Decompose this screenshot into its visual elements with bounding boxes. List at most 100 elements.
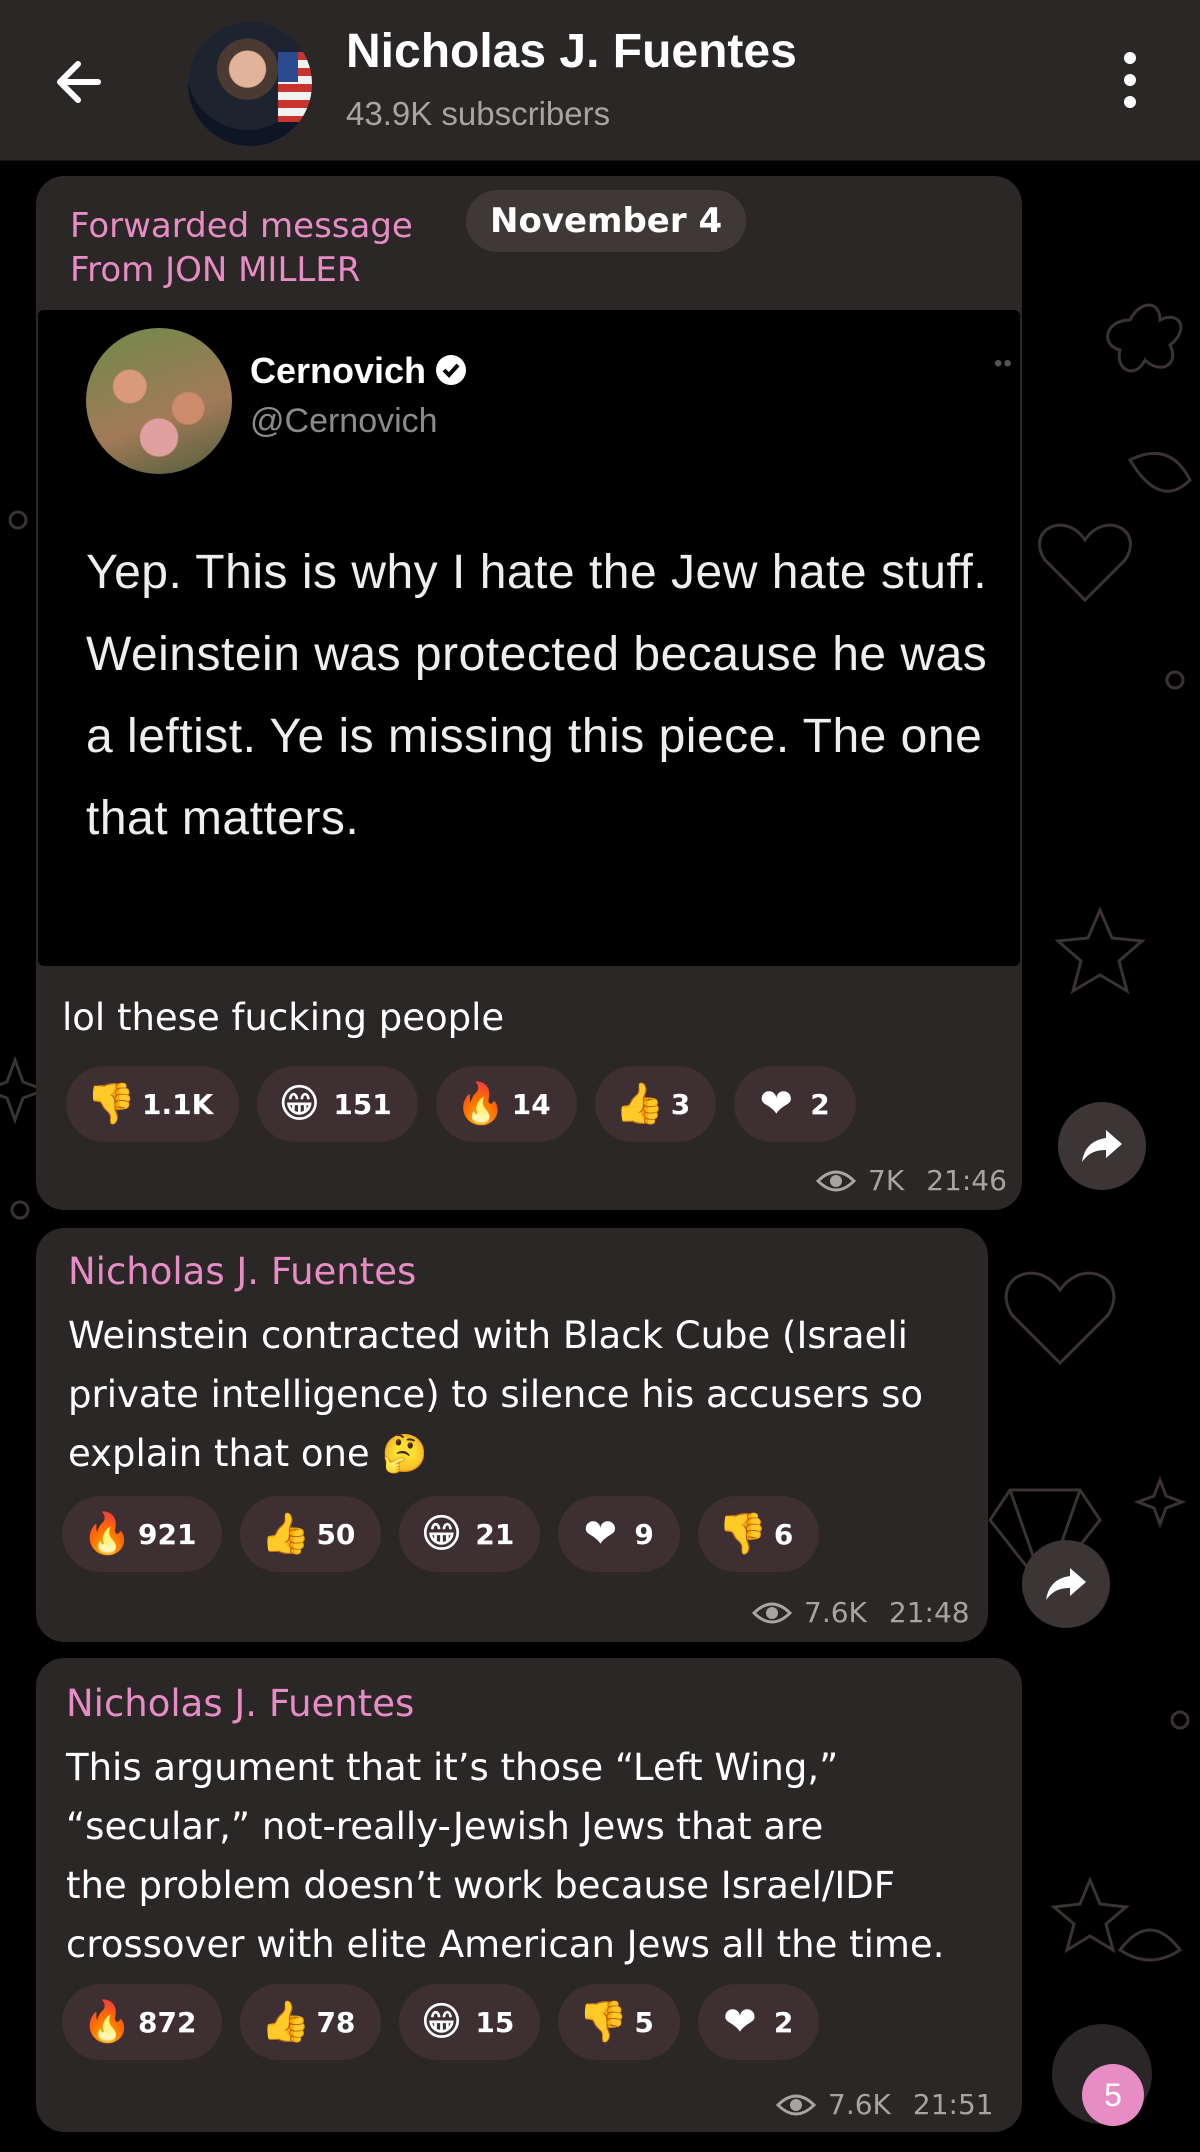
message-time: 21:46: [926, 1164, 1007, 1197]
forwarded-label: Forwarded message: [70, 206, 413, 246]
reaction-count: 2: [810, 1087, 830, 1121]
reaction-count: 21: [475, 1517, 515, 1551]
heart-doodle: [1004, 1271, 1116, 1366]
reaction-count: 6: [773, 1517, 794, 1551]
reaction-chip-thumbs-down[interactable]: 👎 5: [558, 1984, 680, 2060]
reaction-chip-heart[interactable]: ❤ 9: [558, 1496, 680, 1572]
reaction-chip-heart[interactable]: ❤ 2: [697, 1984, 820, 2060]
sparkle-doodle: [1133, 1475, 1187, 1529]
reaction-chip-grinning-face[interactable]: 😁 15: [399, 1984, 541, 2060]
thinking-face-emoji: 🤔: [381, 1432, 428, 1475]
sender-name[interactable]: Nicholas J. Fuentes: [68, 1250, 416, 1293]
thumbs-up-icon: 👍: [614, 1081, 665, 1127]
subscriber-count: 43.9K subscribers: [346, 95, 611, 132]
star-doodle: [1050, 1876, 1130, 1954]
verified-badge-icon: [436, 355, 467, 385]
message-time: 21:51: [912, 2088, 994, 2121]
channel-avatar[interactable]: [188, 22, 312, 146]
reaction-chip-fire[interactable]: 🔥 872: [62, 1984, 223, 2060]
flag-graphic: [278, 52, 312, 122]
star-doodle: [1054, 906, 1146, 995]
reaction-chip-thumbs-up[interactable]: 👍 78: [240, 1984, 382, 2060]
fire-icon: 🔥: [82, 1999, 132, 2045]
tweet-screenshot[interactable]: Cernovich @Cernovich •• Yep. This is why…: [38, 310, 1020, 966]
share-arrow-icon: [1046, 1568, 1086, 1600]
back-arrow-icon[interactable]: [50, 52, 110, 112]
tweet-more-icon: ••: [994, 350, 1013, 377]
message-caption: lol these fucking people: [62, 996, 505, 1039]
view-count: 7.6K: [804, 1596, 867, 1629]
tweet-avatar: [86, 328, 232, 474]
view-count: 7K: [868, 1164, 905, 1197]
channel-title[interactable]: Nicholas J. Fuentes: [346, 24, 797, 79]
reaction-count: 78: [316, 2005, 356, 2039]
thumbs-down-icon: 👎: [86, 1081, 136, 1127]
unread-count-badge[interactable]: 5: [1082, 2064, 1144, 2126]
share-arrow-icon: [1082, 1130, 1122, 1162]
tweet-handle: @Cernovich: [250, 402, 438, 440]
reaction-count: 3: [670, 1087, 691, 1121]
channel-header: Nicholas J. Fuentes 43.9K subscribers: [0, 0, 1200, 161]
reaction-bar: 👎 1.1K 😁 151 🔥 14 👍 3 ❤ 2: [66, 1066, 856, 1142]
views-eye-icon: [752, 1602, 792, 1623]
message-text: Weinstein contracted with Black Cube (Is…: [68, 1314, 924, 1475]
reaction-chip-thumbs-up[interactable]: 👍 50: [240, 1496, 382, 1572]
view-count: 7.6K: [828, 2088, 891, 2121]
grinning-face-icon: 😁: [420, 1511, 463, 1557]
thumbs-down-icon: 👎: [717, 1511, 768, 1557]
circle-doodle: [8, 510, 28, 530]
forwarded-from[interactable]: From JON MILLER: [70, 248, 413, 292]
flower-doodle: [1106, 303, 1183, 373]
shell-doodle: [1117, 1928, 1183, 1962]
reaction-count: 872: [138, 2005, 197, 2039]
grinning-face-icon: 😁: [420, 1999, 463, 2045]
reaction-chip-grinning-face[interactable]: 😁 21: [399, 1496, 541, 1572]
reaction-count: 15: [475, 2005, 515, 2039]
message-bubble[interactable]: Cernovich @Cernovich •• Yep. This is why…: [36, 176, 1022, 1210]
reaction-chip-thumbs-down[interactable]: 👎 6: [697, 1496, 820, 1572]
views-eye-icon: [816, 1170, 856, 1191]
fire-icon: 🔥: [82, 1511, 132, 1557]
circle-doodle: [10, 1200, 30, 1220]
reaction-chip-thumbs-up[interactable]: 👍 3: [594, 1066, 717, 1142]
reaction-chip-heart[interactable]: ❤ 2: [734, 1066, 856, 1142]
views-eye-icon: [776, 2094, 816, 2115]
heart-doodle: [1038, 523, 1132, 603]
thumbs-up-icon: 👍: [260, 1511, 311, 1557]
thumbs-up-icon: 👍: [260, 1999, 311, 2045]
message-meta: 7K 21:46: [816, 1164, 1007, 1197]
tweet-text: Yep. This is why I hate the Jew hate stu…: [86, 546, 988, 845]
heart-icon: ❤: [723, 1999, 757, 2045]
reaction-count: 1.1K: [142, 1087, 214, 1121]
fire-icon: 🔥: [455, 1081, 506, 1127]
heart-icon: ❤: [759, 1081, 793, 1127]
reaction-bar: 🔥 872 👍 78 😁 15 👎 5 ❤ 2: [62, 1984, 820, 2060]
message-meta: 7.6K 21:48: [752, 1596, 970, 1629]
more-options-icon[interactable]: [1108, 50, 1152, 110]
reaction-count: 921: [138, 1517, 197, 1551]
heart-icon: ❤: [583, 1511, 618, 1557]
reaction-count: 5: [634, 2005, 654, 2039]
circle-doodle: [1165, 670, 1185, 690]
thumbs-down-icon: 👎: [578, 1999, 629, 2045]
reaction-chip-fire[interactable]: 🔥 14: [435, 1066, 577, 1142]
sender-name[interactable]: Nicholas J. Fuentes: [66, 1682, 414, 1725]
reaction-count: 50: [316, 1517, 356, 1551]
reaction-count: 9: [634, 1517, 654, 1551]
message-meta: 7.6K 21:51: [776, 2088, 994, 2121]
grinning-face-icon: 😁: [278, 1081, 321, 1127]
message-time: 21:48: [888, 1596, 970, 1629]
share-button[interactable]: [1022, 1540, 1110, 1628]
circle-doodle: [1170, 1710, 1190, 1730]
reaction-bar: 🔥 921 👍 50 😁 21 ❤ 9 👎 6: [62, 1496, 820, 1572]
tweet-author-name: Cernovich: [250, 350, 468, 392]
reaction-chip-thumbs-down[interactable]: 👎 1.1K: [66, 1066, 240, 1142]
leaf-doodle: [1127, 451, 1192, 493]
reaction-chip-grinning-face[interactable]: 😁 151: [257, 1066, 418, 1142]
reaction-count: 2: [773, 2005, 794, 2039]
forwarded-header[interactable]: Forwarded message From JON MILLER: [70, 204, 413, 292]
share-button[interactable]: [1058, 1102, 1146, 1190]
forwarded-from-name: JON MILLER: [165, 250, 361, 290]
reaction-count: 151: [333, 1087, 392, 1121]
reaction-chip-fire[interactable]: 🔥 921: [62, 1496, 223, 1572]
